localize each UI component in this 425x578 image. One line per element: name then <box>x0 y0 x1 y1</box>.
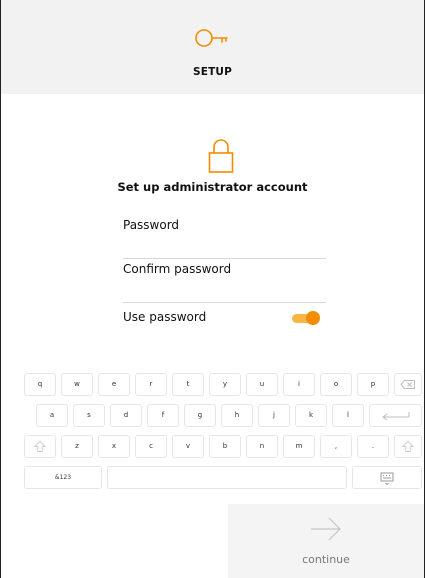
keyboard-icon <box>353 467 421 488</box>
key-f[interactable]: f <box>147 404 179 427</box>
key-m[interactable]: m <box>283 435 315 458</box>
confirm-password-label: Confirm password <box>123 262 232 276</box>
page-title: SETUP <box>192 66 233 78</box>
key-e[interactable]: e <box>98 373 130 396</box>
use-password-toggle[interactable] <box>290 311 320 325</box>
backspace-icon <box>395 374 421 395</box>
key-period[interactable]: . <box>357 435 389 458</box>
key-j[interactable]: j <box>258 404 290 427</box>
shift-key-right[interactable] <box>394 435 422 458</box>
key-u[interactable]: u <box>246 373 278 396</box>
enter-key[interactable] <box>369 404 422 427</box>
shift-icon <box>25 436 55 457</box>
continue-button[interactable]: continue <box>228 504 424 578</box>
key-w[interactable]: w <box>61 373 93 396</box>
shift-key-left[interactable] <box>24 435 56 458</box>
key-icon <box>193 25 233 51</box>
continue-label: continue <box>302 553 350 566</box>
arrow-right-icon <box>309 516 343 542</box>
lock-icon <box>208 138 234 174</box>
key-y[interactable]: y <box>209 373 241 396</box>
key-v[interactable]: v <box>172 435 204 458</box>
key-o[interactable]: o <box>320 373 352 396</box>
key-p[interactable]: p <box>357 373 389 396</box>
enter-icon <box>370 405 421 426</box>
space-key[interactable] <box>107 466 347 489</box>
key-b[interactable]: b <box>209 435 241 458</box>
key-k[interactable]: k <box>295 404 327 427</box>
key-comma[interactable]: , <box>320 435 352 458</box>
key-n[interactable]: n <box>246 435 278 458</box>
key-a[interactable]: a <box>36 404 68 427</box>
form-title: Set up administrator account <box>117 180 308 194</box>
key-c[interactable]: c <box>135 435 167 458</box>
key-h[interactable]: h <box>221 404 253 427</box>
key-i[interactable]: i <box>283 373 315 396</box>
key-q[interactable]: q <box>24 373 56 396</box>
setup-screen: SETUP Set up administrator account Passw… <box>0 0 425 578</box>
header: SETUP <box>1 0 424 94</box>
key-d[interactable]: d <box>110 404 142 427</box>
password-label: Password <box>123 218 180 232</box>
shift-icon <box>395 436 421 457</box>
key-x[interactable]: x <box>98 435 130 458</box>
key-g[interactable]: g <box>184 404 216 427</box>
keyboard-hide-key[interactable] <box>352 466 422 489</box>
key-s[interactable]: s <box>73 404 105 427</box>
use-password-row: Use password <box>123 310 326 330</box>
key-l[interactable]: l <box>332 404 364 427</box>
key-r[interactable]: r <box>135 373 167 396</box>
key-z[interactable]: z <box>61 435 93 458</box>
backspace-key[interactable] <box>394 373 422 396</box>
symbols-key[interactable]: &123 <box>24 466 102 489</box>
password-field[interactable]: Password <box>123 218 326 259</box>
use-password-label: Use password <box>123 310 207 324</box>
confirm-password-field[interactable]: Confirm password <box>123 262 326 303</box>
on-screen-keyboard: q w e r t y u i o p a s d f g h j k l z … <box>1 366 424 498</box>
toggle-knob <box>306 311 320 325</box>
key-t[interactable]: t <box>172 373 204 396</box>
